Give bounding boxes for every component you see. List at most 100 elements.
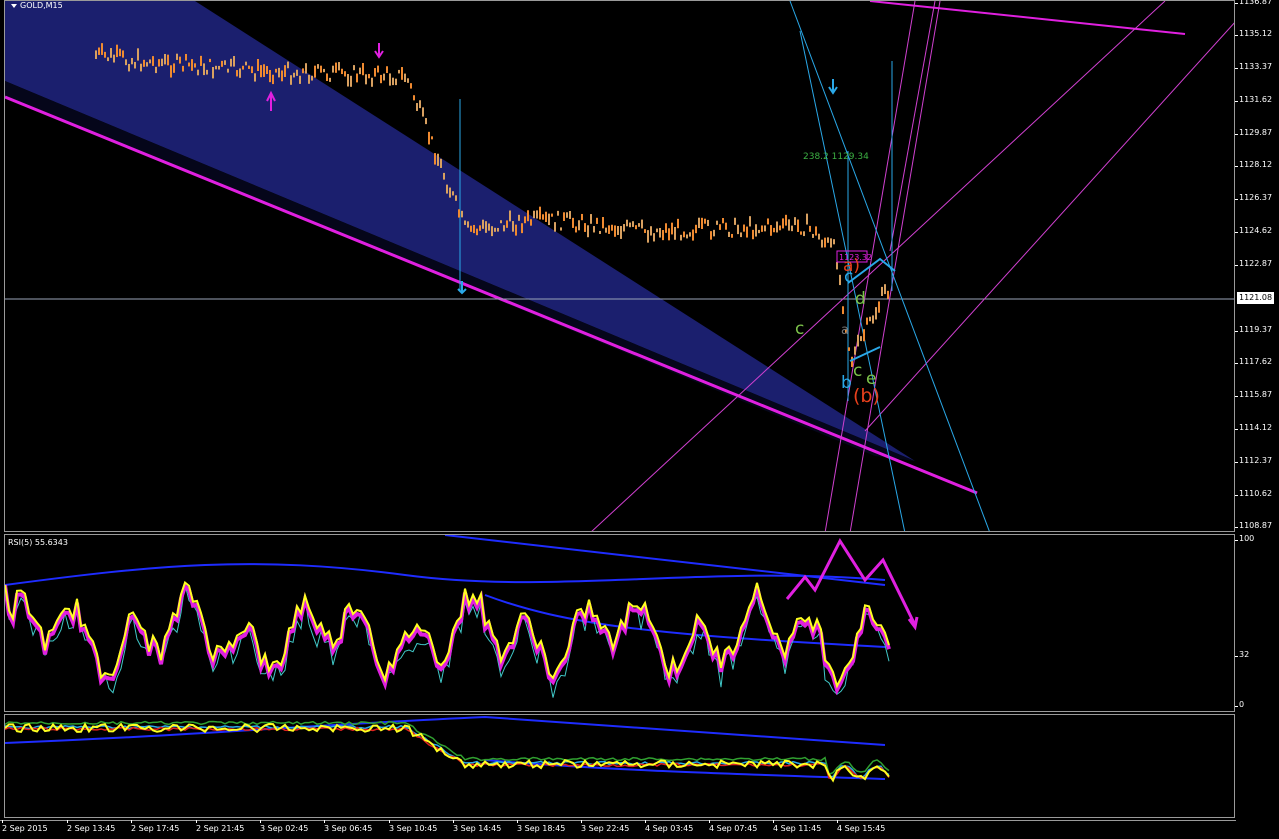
price-tick: 1133.37 [1234,62,1273,71]
wave-c-low: c [853,361,863,381]
candle [644,229,646,233]
wave-c-left: c [795,319,805,339]
candle [794,217,796,226]
candle [569,211,571,219]
candle [419,100,421,109]
candle [377,65,379,73]
candle [341,68,343,75]
candle [500,220,502,224]
candle [863,329,865,342]
price-tick: 1117.62 [1234,357,1273,366]
candle [596,217,598,224]
rsi-pane[interactable] [4,534,1235,712]
candle [371,77,373,87]
candle [713,229,715,237]
candle [752,229,754,240]
candle [206,69,208,75]
candle [716,220,718,225]
price-chart-pane[interactable]: 238.2 1129.34 1123.32 GOLD,M15 a) c d c … [4,0,1235,532]
candle [584,223,586,232]
candle [251,66,253,74]
candle [101,43,103,55]
candle [662,230,664,241]
candle [635,225,637,230]
candle [590,214,592,224]
candle [548,213,550,226]
candle [218,65,220,70]
candle [479,225,481,231]
candle [185,53,187,61]
wave-a-small: a [841,323,849,338]
candle [593,226,595,233]
price-tick: 1112.37 [1234,456,1273,465]
candle [566,212,568,218]
candle [452,191,454,196]
candle [542,214,544,220]
candle [659,227,661,238]
candle [671,222,673,235]
candle [107,57,109,62]
candle [791,225,793,232]
candle [314,65,316,78]
bottom-indicator-pane[interactable] [4,714,1235,818]
candle [266,66,268,75]
price-scale[interactable]: 1136.87 1135.12 1133.37 1131.62 1129.87 1128.… [1234,0,1279,532]
candle [182,65,184,72]
candle [398,69,400,74]
candle [881,286,883,296]
candle [104,51,106,58]
candle [386,66,388,74]
candle [578,220,580,231]
price-tick: 1124.62 [1234,226,1273,235]
price-tick: 1115.87 [1234,390,1273,399]
candle [698,217,700,229]
candle [830,238,832,248]
candle [287,61,289,69]
candle [242,65,244,70]
candle [626,219,628,227]
candle [113,54,115,63]
candle [815,226,817,236]
bottom-indicator-line [5,724,890,780]
candle [761,225,763,232]
candle [152,56,154,66]
candle [257,58,259,71]
candle [122,50,124,58]
candle [326,73,328,82]
candle [98,47,100,55]
candle [473,224,475,234]
candle [422,107,424,117]
bottom-upper-envelope [5,715,886,746]
candle [719,224,721,230]
time-tick: 3 Sep 14:45 [453,820,502,833]
chevron-down-icon[interactable] [11,3,17,8]
candle [296,69,298,76]
candle [320,65,322,73]
candle [203,63,205,76]
candle [884,284,886,295]
candle [485,221,487,233]
candle [854,346,856,355]
candle [425,118,427,125]
candle [704,218,706,224]
candle [527,210,529,222]
candle [782,218,784,229]
candle [857,334,859,347]
candle [878,301,880,313]
rsi-label: RSI(5) 55.6343 [8,538,68,547]
fib-label: 238.2 1129.34 [803,152,869,162]
symbol-label[interactable]: GOLD,M15 [11,1,63,10]
time-axis[interactable]: 2 Sep 2015 2 Sep 13:45 2 Sep 17:45 2 Sep 21… [0,820,1236,839]
candle [536,210,538,219]
candle [824,237,826,248]
symbol-name: GOLD,M15 [20,1,63,10]
candle [809,225,811,232]
candle [239,68,241,78]
candle [710,231,712,240]
candle [308,74,310,84]
candle [158,59,160,67]
candle [254,73,256,82]
candle [131,57,133,65]
time-tick: 3 Sep 18:45 [517,820,566,833]
candle [437,153,439,166]
